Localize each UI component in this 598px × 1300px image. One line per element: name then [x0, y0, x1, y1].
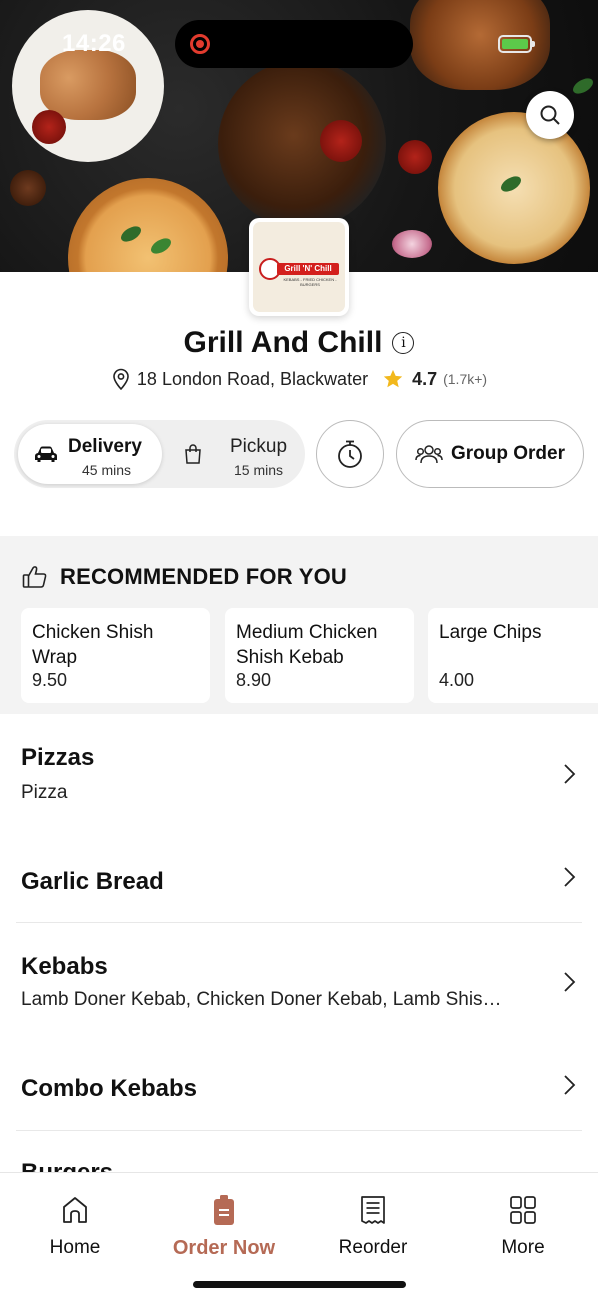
group-order-button[interactable]: Group Order	[396, 420, 584, 488]
pickup-option[interactable]: Pickup 15 mins	[164, 424, 301, 484]
search-icon	[540, 105, 560, 125]
screen-recording-icon	[190, 34, 210, 54]
receipt-icon	[361, 1196, 385, 1224]
recommended-item-card[interactable]: Medium Chicken Shish Kebab 8.90	[225, 608, 414, 703]
pizza-left	[68, 178, 228, 272]
pickup-label: Pickup	[230, 436, 288, 457]
sauce-dish	[32, 110, 66, 144]
category-title: Pizzas	[21, 744, 95, 771]
delivery-label: Delivery	[68, 436, 142, 457]
status-bar-time: 14:26	[62, 30, 126, 57]
thumbs-up-icon	[22, 566, 47, 588]
tab-more[interactable]: More	[463, 1193, 583, 1259]
rating-count: (1.7k+)	[443, 371, 488, 387]
shopping-bag-icon	[185, 444, 201, 464]
pickup-time: 15 mins	[234, 462, 284, 478]
recommended-item-name: Chicken Shish Wrap	[32, 622, 154, 668]
restaurant-logo: Grill 'N' Chill KEBABS - FRIED CHICKEN -…	[249, 218, 349, 316]
group-order-label: Group Order	[450, 443, 565, 464]
restaurant-meta: 18 London Road, Blackwater 4.7 (1.7k+)	[0, 368, 598, 390]
tab-label: More	[501, 1237, 545, 1258]
category-row-pizzas[interactable]: Pizzas Pizza	[0, 714, 598, 818]
dynamic-island	[175, 20, 413, 68]
order-bag-icon	[214, 1195, 234, 1225]
battery-charging-icon	[498, 35, 535, 53]
home-icon	[63, 1197, 87, 1223]
rating-value: 4.7	[412, 368, 438, 389]
category-title: Garlic Bread	[21, 868, 164, 895]
chevron-right-icon	[564, 1075, 576, 1095]
recommended-item-card[interactable]: Large Chips 4.00	[428, 608, 598, 703]
tab-home[interactable]: Home	[15, 1193, 135, 1259]
restaurant-address: 18 London Road, Blackwater	[136, 368, 369, 389]
category-row-combo-kebabs[interactable]: Combo Kebabs	[0, 1027, 598, 1130]
sauce-dish	[10, 170, 46, 206]
category-subtitle: Lamb Doner Kebab, Chicken Doner Kebab, L…	[21, 989, 502, 1010]
category-row-burgers[interactable]: Burgers	[0, 1131, 598, 1172]
recommended-item-card[interactable]: Chicken Shish Wrap 9.50	[21, 608, 210, 703]
search-button[interactable]	[526, 91, 574, 139]
info-icon[interactable]: i	[392, 332, 415, 354]
restaurant-name: Grill And Chill	[183, 326, 383, 359]
chevron-right-icon	[564, 764, 576, 784]
home-indicator	[193, 1281, 406, 1288]
tab-label: Reorder	[338, 1237, 408, 1258]
tab-reorder[interactable]: Reorder	[313, 1193, 433, 1259]
logo-subtext: KEBABS - FRIED CHICKEN - BURGERS	[283, 277, 337, 287]
recommended-section: RECOMMENDED FOR YOU Chicken Shish Wrap 9…	[0, 536, 598, 714]
delivery-option[interactable]: Delivery 45 mins	[18, 424, 162, 484]
tab-label: Home	[49, 1237, 101, 1258]
location-pin-icon	[113, 368, 129, 390]
onion-slice	[392, 230, 432, 258]
recommended-item-name: Large Chips	[439, 622, 542, 643]
logo-text: Grill 'N' Chill	[277, 263, 339, 275]
recommended-item-price: 9.50	[32, 670, 68, 690]
category-subtitle: Pizza	[21, 782, 68, 803]
sauce-dish	[398, 140, 432, 174]
category-title: Kebabs	[21, 953, 108, 980]
recommended-title: RECOMMENDED FOR YOU	[60, 564, 347, 589]
basil-leaf	[570, 75, 596, 97]
sauce-dish	[320, 120, 362, 162]
category-row-garlic-bread[interactable]: Garlic Bread	[0, 818, 598, 922]
schedule-button[interactable]	[316, 420, 384, 488]
stopwatch-icon	[338, 440, 362, 468]
chevron-right-icon	[564, 972, 576, 992]
chevron-right-icon	[564, 867, 576, 887]
category-title: Combo Kebabs	[21, 1075, 198, 1102]
category-title: Burgers	[21, 1159, 113, 1172]
recommended-item-price: 4.00	[439, 670, 475, 690]
tab-order-now[interactable]: Order Now	[164, 1193, 284, 1260]
recommended-item-price: 8.90	[236, 670, 272, 690]
order-mode-toggle: Delivery 45 mins Pickup 15 mins	[14, 420, 305, 488]
tab-label: Order Now	[172, 1237, 276, 1259]
category-row-kebabs[interactable]: Kebabs Lamb Doner Kebab, Chicken Doner K…	[0, 923, 598, 1027]
car-icon	[35, 446, 57, 462]
grid-icon	[510, 1196, 536, 1224]
recommended-item-name: Medium Chicken Shish Kebab	[236, 622, 378, 668]
delivery-time: 45 mins	[82, 462, 132, 478]
group-icon	[415, 445, 443, 464]
star-icon	[383, 369, 403, 388]
